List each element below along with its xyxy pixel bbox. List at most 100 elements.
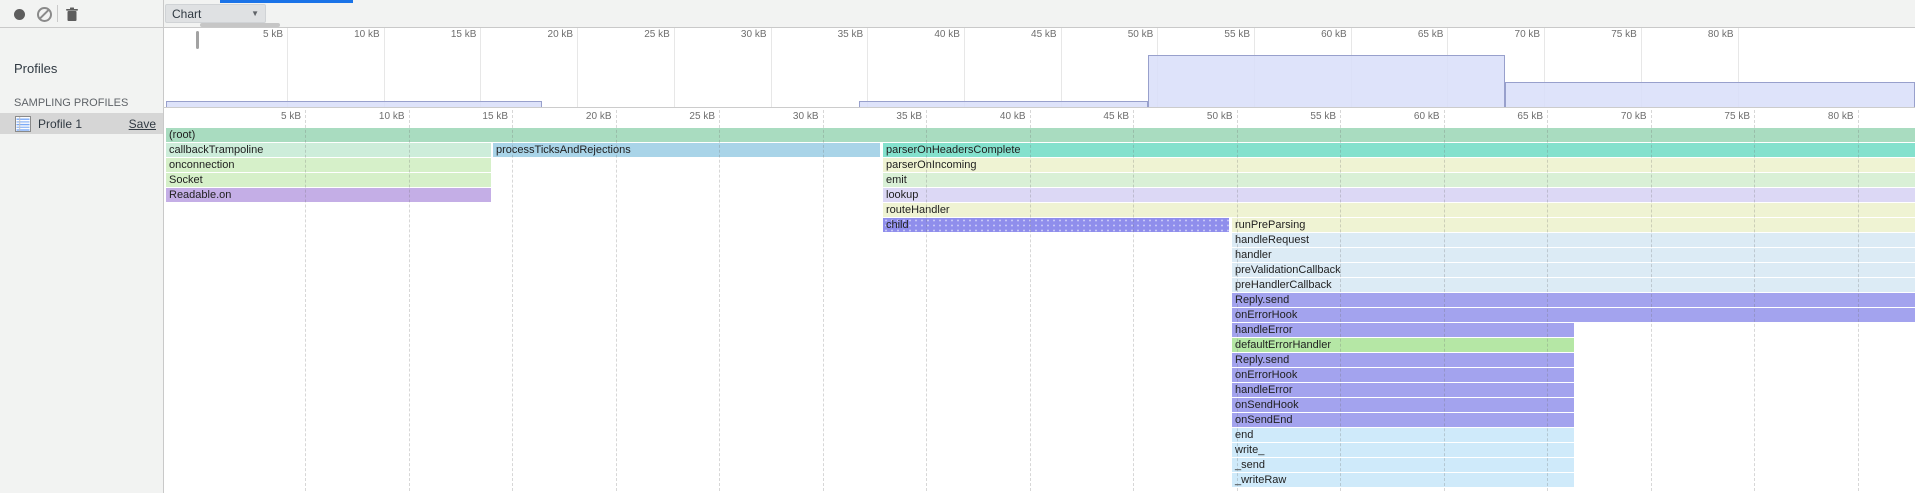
record-button[interactable] [8,3,30,25]
overview-gridline [964,28,965,107]
flame-bar[interactable]: handler [1232,248,1915,262]
overview-gridline [480,28,481,107]
flame-tick-label: 15 kB [446,111,508,123]
flame-bar[interactable]: preHandlerCallback [1232,278,1915,292]
overview-tick-label: 75 kB [1575,29,1637,41]
flame-gridline [512,110,513,491]
flame-tick-label: 45 kB [1067,111,1129,123]
overview-flame-splitter[interactable] [163,107,1915,108]
flame-bar[interactable]: _writeRaw [1232,473,1574,487]
flame-bar[interactable]: Reply.send [1232,353,1574,367]
flame-gridline [409,110,410,491]
flame-bar[interactable]: onErrorHook [1232,368,1574,382]
flame-tick-label: 25 kB [653,111,715,123]
flame-bar[interactable]: _send [1232,458,1574,472]
flame-gridline [926,110,927,491]
flame-bar[interactable]: Readable.on [166,188,491,202]
flame-gridline [1444,110,1445,491]
flame-gridline [1237,110,1238,491]
trash-icon [65,7,79,22]
flame-bar[interactable]: routeHandler [883,203,1915,217]
overview-gridline [867,28,868,107]
overview-tick-label: 45 kB [995,29,1057,41]
sidebar-section-header: SAMPLING PROFILES [14,97,128,109]
overview-tick-label: 65 kB [1381,29,1443,41]
save-profile-link[interactable]: Save [129,117,156,131]
flame-gridline [719,110,720,491]
flame-bar[interactable]: onSendHook [1232,398,1574,412]
overview-area-step[interactable] [1148,55,1505,107]
flame-bar[interactable]: preValidationCallback [1232,263,1915,277]
overview-tick-label: 15 kB [414,29,476,41]
overview-gridline [1061,28,1062,107]
overview-gridline [384,28,385,107]
sidebar-title: Profiles [14,61,57,76]
overview-tick-label: 30 kB [705,29,767,41]
overview-area-step[interactable] [859,101,1148,107]
overview-tick-label: 55 kB [1188,29,1250,41]
flame-bar[interactable]: Reply.send [1232,293,1915,307]
clear-button[interactable] [33,3,55,25]
flame-gridline [1651,110,1652,491]
overview-area-step[interactable] [1505,82,1915,107]
sidebar: Profiles SAMPLING PROFILES Profile 1 Sav… [0,28,163,493]
flame-gridline [1133,110,1134,491]
flame-gridline [1547,110,1548,491]
flame-bar[interactable]: handleError [1232,323,1574,337]
flame-tick-label: 65 kB [1481,111,1543,123]
flame-bar[interactable]: parserOnHeadersComplete [883,143,1915,157]
flame-bar[interactable]: emit [883,173,1915,187]
flame-gridline [1858,110,1859,491]
overview-tick-label: 35 kB [801,29,863,41]
flame-bar[interactable]: onSendEnd [1232,413,1574,427]
overview-gridline [771,28,772,107]
flame-bar[interactable]: onconnection [166,158,491,172]
flame-tick-label: 40 kB [964,111,1026,123]
overview-tick-label: 5 kB [221,29,283,41]
overview-gridline [674,28,675,107]
flame-tick-label: 55 kB [1274,111,1336,123]
flame-bar[interactable]: lookup [883,188,1915,202]
flame-bar[interactable]: handleError [1232,383,1574,397]
flame-bar[interactable]: end [1232,428,1574,442]
flame-gridline [1030,110,1031,491]
flame-tick-label: 60 kB [1378,111,1440,123]
overview-tick-label: 80 kB [1672,29,1734,41]
flame-gridline [1340,110,1341,491]
flame-tick-label: 10 kB [343,111,405,123]
overview-gridline [287,28,288,107]
overview-area-step[interactable] [166,101,542,107]
flame-bar[interactable]: write_ [1232,443,1574,457]
overview-gridline [577,28,578,107]
profile-grid-icon [15,116,31,132]
overview-tick-label: 20 kB [511,29,573,41]
flame-gridline [823,110,824,491]
flame-bar[interactable]: (root) [166,128,1915,142]
overview-tick-label: 40 kB [898,29,960,41]
flame-tick-label: 30 kB [757,111,819,123]
flame-bar[interactable]: Socket [166,173,491,187]
flame-tick-label: 20 kB [550,111,612,123]
flame-bar[interactable]: onErrorHook [1232,308,1915,322]
chart-area: 5 kB 10 kB 15 kB 20 kB 25 kB 30 kB 35 kB 40 kB 4… [163,0,1915,493]
flame-bar[interactable]: parserOnIncoming [883,158,1915,172]
delete-profile-button[interactable] [61,3,83,25]
flame-tick-label: 5 kB [239,111,301,123]
clear-icon [37,7,52,22]
flame-tick-label: 35 kB [860,111,922,123]
flame-bar[interactable]: callbackTrampoline [166,143,491,157]
overview-tick-label: 50 kB [1091,29,1153,41]
flame-tick-label: 70 kB [1585,111,1647,123]
overview-scrollbar-vertical[interactable] [196,31,199,49]
flame-tick-label: 75 kB [1688,111,1750,123]
sidebar-item-profile-1[interactable]: Profile 1 Save [0,113,163,134]
overview-scrollbar-horizontal[interactable] [200,23,280,27]
flame-tick-label: 80 kB [1792,111,1854,123]
flame-tick-label: 50 kB [1171,111,1233,123]
flame-bar[interactable]: runPreParsing [1232,218,1915,232]
flame-gridline [616,110,617,491]
flame-bar[interactable]: child [883,218,1229,232]
flame-bar[interactable]: handleRequest [1232,233,1915,247]
overview-tick-label: 10 kB [318,29,380,41]
flame-bar[interactable]: defaultErrorHandler [1232,338,1574,352]
